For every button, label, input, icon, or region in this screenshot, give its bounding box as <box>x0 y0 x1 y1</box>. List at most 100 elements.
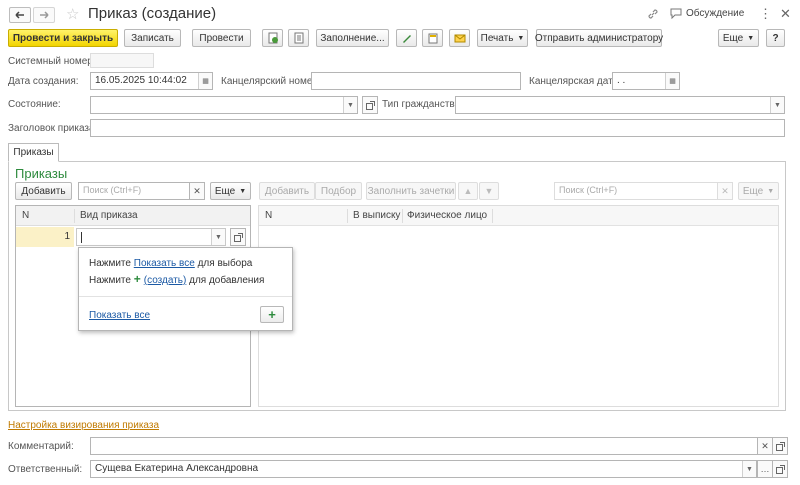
move-down-button[interactable]: ▼ <box>479 182 499 200</box>
open-icon <box>365 100 375 110</box>
mail-button[interactable] <box>449 29 470 47</box>
send-admin-button[interactable]: Отправить администратору <box>535 29 663 47</box>
chevron-down-icon: ▼ <box>747 34 755 42</box>
attach-doc-button[interactable] <box>262 29 283 47</box>
create-inline-link[interactable]: (создать) <box>144 275 187 286</box>
tab-label: Приказы <box>13 147 54 158</box>
pencil-icon <box>402 35 411 43</box>
column-header-n[interactable]: N <box>22 206 29 226</box>
more-label: Еще <box>722 32 744 44</box>
created-date-field[interactable]: 16.05.2025 10:44:02 ▦ <box>90 72 213 90</box>
open-icon <box>233 232 243 242</box>
open-responsible-button[interactable] <box>772 460 788 478</box>
row-number: 1 <box>16 227 74 247</box>
chevron-down-icon: ▼ <box>517 34 525 42</box>
chat-icon <box>670 8 682 19</box>
created-date-label: Дата создания: <box>8 76 79 87</box>
open-state-button[interactable] <box>362 96 378 114</box>
persons-more-button[interactable]: Еще ▼ <box>738 182 779 200</box>
chevron-down-icon: ▼ <box>767 187 775 195</box>
state-field[interactable]: ▼ <box>90 96 358 114</box>
chevron-down-icon[interactable]: ▼ <box>742 461 756 477</box>
show-all-link[interactable]: Показать все <box>89 310 150 321</box>
office-date-field[interactable]: . . ▦ <box>612 72 680 90</box>
citizenship-field[interactable]: ▼ <box>455 96 785 114</box>
link-icon[interactable] <box>647 8 659 23</box>
orders-section-title: Приказы <box>15 166 68 181</box>
tab-orders[interactable]: Приказы <box>8 143 59 162</box>
citizenship-label: Тип гражданства: <box>382 99 463 110</box>
column-header-person[interactable]: Физическое лицо <box>407 206 487 226</box>
popup-hint-create: Нажмите + (создать) для добавления <box>89 272 264 286</box>
system-number-field[interactable] <box>90 53 154 68</box>
document-link-icon <box>268 32 278 44</box>
discussion-button[interactable]: Обсуждение <box>670 8 744 19</box>
responsible-field[interactable]: Сущева Екатерина Александровна ▼ <box>90 460 757 478</box>
persons-add-button[interactable]: Добавить <box>259 182 315 200</box>
fill-button[interactable]: Заполнение... <box>316 29 389 47</box>
chevron-down-icon[interactable]: ▼ <box>343 97 357 113</box>
calendar-icon[interactable]: ▦ <box>665 73 679 89</box>
order-header-field[interactable] <box>90 119 785 137</box>
order-type-editor[interactable]: ▼ <box>76 228 226 246</box>
hint-prefix: Нажмите <box>89 258 134 269</box>
create-button[interactable]: + <box>260 306 284 323</box>
favorite-star-icon[interactable]: ☆ <box>66 5 79 23</box>
orders-more-button[interactable]: Еще ▼ <box>210 182 251 200</box>
move-up-button[interactable]: ▲ <box>458 182 478 200</box>
select-responsible-button[interactable]: … <box>757 460 773 478</box>
orders-search-input[interactable]: Поиск (Ctrl+F) <box>78 182 190 200</box>
post-button[interactable]: Провести <box>192 29 251 47</box>
envelope-icon <box>454 34 465 43</box>
more-button[interactable]: Еще ▼ <box>718 29 759 47</box>
hint-prefix: Нажмите <box>89 275 134 286</box>
approval-settings-link[interactable]: Настройка визирования приказа <box>8 420 159 431</box>
open-order-type-button[interactable] <box>230 228 246 246</box>
comment-field[interactable] <box>90 437 758 455</box>
more-label: Еще <box>742 185 764 197</box>
open-icon <box>775 464 785 474</box>
calendar-icon[interactable]: ▦ <box>198 73 212 89</box>
chevron-down-icon: ▼ <box>239 187 247 195</box>
open-comment-button[interactable] <box>772 437 788 455</box>
arrow-right-icon <box>40 11 49 19</box>
clear-search-icon[interactable]: ✕ <box>189 182 205 200</box>
orders-add-button[interactable]: Добавить <box>15 182 72 200</box>
popup-hint-select: Нажмите Показать все для выбора <box>89 258 252 269</box>
system-number-label: Системный номер: <box>8 56 96 67</box>
more-label: Еще <box>214 185 236 197</box>
save-button[interactable]: Записать <box>124 29 181 47</box>
show-all-inline-link[interactable]: Показать все <box>134 258 195 269</box>
table-row[interactable]: 1 ▼ <box>16 227 250 247</box>
office-number-label: Канцелярский номер: <box>221 76 321 87</box>
persons-table-header: N В выписку Физическое лицо <box>259 206 778 226</box>
column-header-n[interactable]: N <box>265 206 272 226</box>
chevron-down-icon[interactable]: ▼ <box>211 229 225 245</box>
chevron-down-icon[interactable]: ▼ <box>770 97 784 113</box>
clear-search-icon[interactable]: ✕ <box>717 182 733 200</box>
office-number-field[interactable] <box>311 72 521 90</box>
edit-button[interactable] <box>396 29 417 47</box>
print-button[interactable]: Печать ▼ <box>477 29 528 47</box>
page-title: Приказ (создание) <box>88 5 217 22</box>
arrow-left-icon <box>15 11 24 19</box>
column-header-type[interactable]: Вид приказа <box>80 206 138 226</box>
more-vertical-icon[interactable]: ⋮ <box>759 6 772 22</box>
back-button[interactable] <box>9 7 31 23</box>
post-and-close-button[interactable]: Провести и закрыть <box>8 29 118 47</box>
close-icon[interactable]: ✕ <box>780 6 791 22</box>
fill-records-button[interactable]: Заполнить зачетки <box>366 182 456 200</box>
arrow-up-icon: ▲ <box>463 186 473 196</box>
discussion-label: Обсуждение <box>686 8 745 19</box>
help-button[interactable]: ? <box>766 29 785 47</box>
clear-comment-icon[interactable]: ✕ <box>757 437 773 455</box>
column-header-in-extract[interactable]: В выписку <box>353 206 400 226</box>
orders-table-header: N Вид приказа <box>16 206 250 226</box>
report-button[interactable] <box>422 29 443 47</box>
office-date-label: Канцелярская дата: <box>529 76 621 87</box>
persons-pick-button[interactable]: Подбор <box>315 182 362 200</box>
forward-button[interactable] <box>33 7 55 23</box>
state-label: Состояние: <box>8 99 61 110</box>
journal-button[interactable] <box>288 29 309 47</box>
persons-search-input[interactable]: Поиск (Ctrl+F) <box>554 182 718 200</box>
